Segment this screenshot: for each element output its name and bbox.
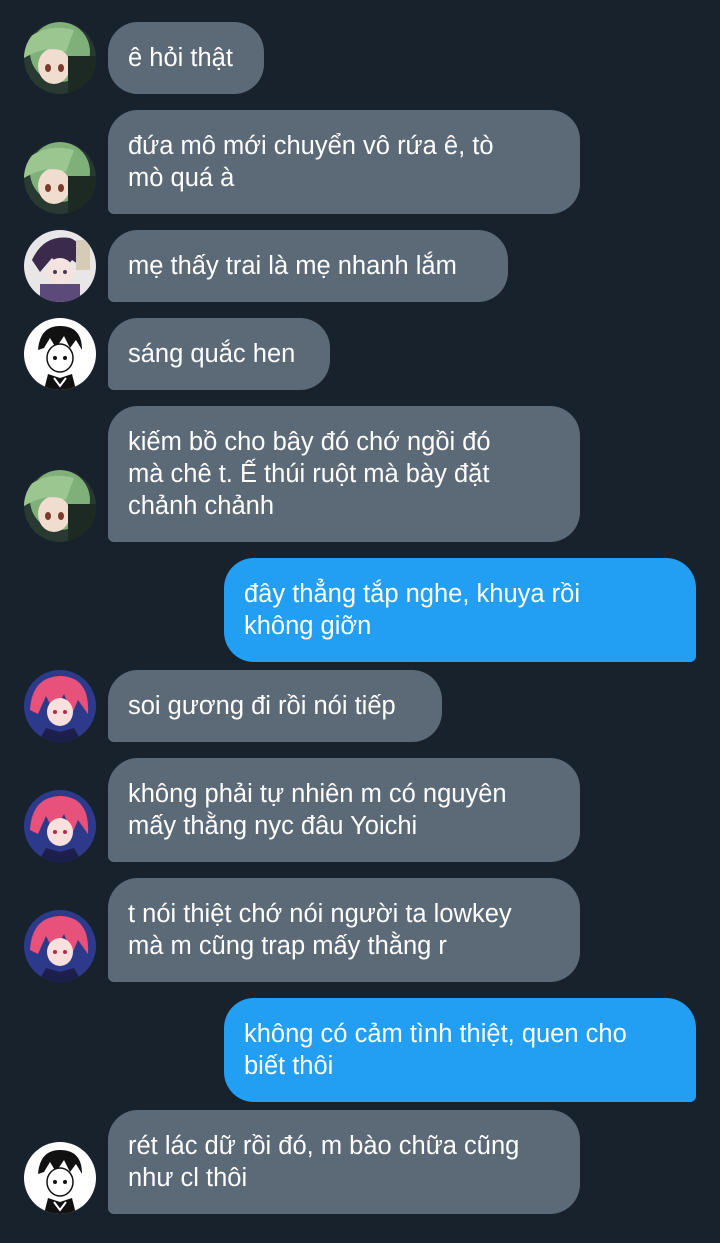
message-bubble[interactable]: không có cảm tình thiệt, quen cho biết t… [224,998,696,1102]
message-row: ê hỏi thật [0,22,720,94]
message-row: sáng quắc hen [0,318,720,390]
green-hair-girl-avatar[interactable] [24,470,96,542]
red-hair-girl-icon [24,670,96,742]
message-bubble[interactable]: soi gương đi rồi nói tiếp [108,670,442,742]
purple-hair-boy-icon [24,230,96,302]
message-bubble[interactable]: kiếm bồ cho bây đó chớ ngồi đó mà chê t.… [108,406,580,542]
message-bubble[interactable]: t nói thiệt chớ nói người ta lowkey mà m… [108,878,580,982]
sketch-boy-icon [24,318,96,390]
message-bubble[interactable]: mẹ thấy trai là mẹ nhanh lắm [108,230,508,302]
message-row: t nói thiệt chớ nói người ta lowkey mà m… [0,878,720,982]
message-row: soi gương đi rồi nói tiếp [0,670,720,742]
green-hair-girl-icon [24,22,96,94]
red-hair-girl-avatar[interactable] [24,790,96,862]
red-hair-girl-icon [24,910,96,982]
message-bubble[interactable]: đứa mô mới chuyển vô rứa ê, tò mò quá à [108,110,580,214]
message-row: không phải tự nhiên m có nguyên mấy thằn… [0,758,720,862]
message-row: đây thẳng tắp nghe, khuya rồi không giỡn [0,558,720,662]
red-hair-girl-avatar[interactable] [24,910,96,982]
message-bubble[interactable]: không phải tự nhiên m có nguyên mấy thằn… [108,758,580,862]
message-bubble[interactable]: sáng quắc hen [108,318,330,390]
sketch-boy-icon [24,1142,96,1214]
green-hair-girl-avatar[interactable] [24,142,96,214]
black-white-sketch-avatar[interactable] [24,318,96,390]
green-hair-girl-avatar[interactable] [24,22,96,94]
black-white-sketch-avatar[interactable] [24,1142,96,1214]
message-bubble[interactable]: ê hỏi thật [108,22,264,94]
purple-hair-boy-avatar[interactable] [24,230,96,302]
message-row: mẹ thấy trai là mẹ nhanh lắm [0,230,720,302]
green-hair-girl-icon [24,470,96,542]
chat-message-list[interactable]: ê hỏi thật đứa mô mới chuyển vô rứa ê, t… [0,0,720,1243]
green-hair-girl-icon [24,142,96,214]
red-hair-girl-icon [24,790,96,862]
message-row: không có cảm tình thiệt, quen cho biết t… [0,998,720,1102]
message-bubble[interactable]: đây thẳng tắp nghe, khuya rồi không giỡn [224,558,696,662]
message-row: rét lác dữ rồi đó, m bào chữa cũng như c… [0,1110,720,1214]
message-row: đứa mô mới chuyển vô rứa ê, tò mò quá à [0,110,720,214]
message-bubble[interactable]: rét lác dữ rồi đó, m bào chữa cũng như c… [108,1110,580,1214]
red-hair-girl-avatar[interactable] [24,670,96,742]
message-row: kiếm bồ cho bây đó chớ ngồi đó mà chê t.… [0,406,720,542]
